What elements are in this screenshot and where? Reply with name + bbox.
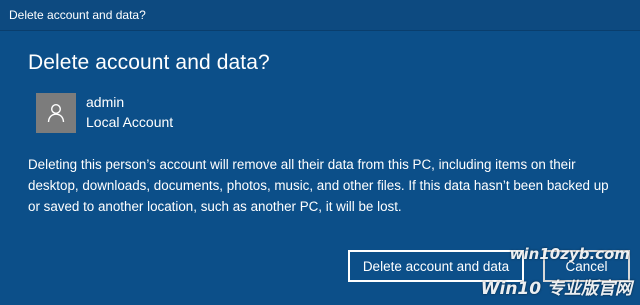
delete-account-dialog: Delete account and data? Delete account … xyxy=(0,0,640,305)
window-title: Delete account and data? xyxy=(9,8,146,22)
dialog-heading: Delete account and data? xyxy=(28,51,270,74)
delete-account-button[interactable]: Delete account and data xyxy=(348,250,524,282)
account-type: Local Account xyxy=(86,114,174,130)
account-info: admin Local Account xyxy=(36,93,640,133)
avatar xyxy=(36,93,76,133)
warning-message: Deleting this person’s account will remo… xyxy=(28,157,609,214)
cancel-button[interactable]: Cancel xyxy=(543,250,630,282)
title-bar: Delete account and data? xyxy=(0,0,640,31)
account-name: admin xyxy=(86,94,125,110)
account-text: admin Local Account xyxy=(86,92,173,132)
dialog-content: Delete account and data? admin Local Acc… xyxy=(0,31,640,217)
user-icon xyxy=(47,103,65,123)
